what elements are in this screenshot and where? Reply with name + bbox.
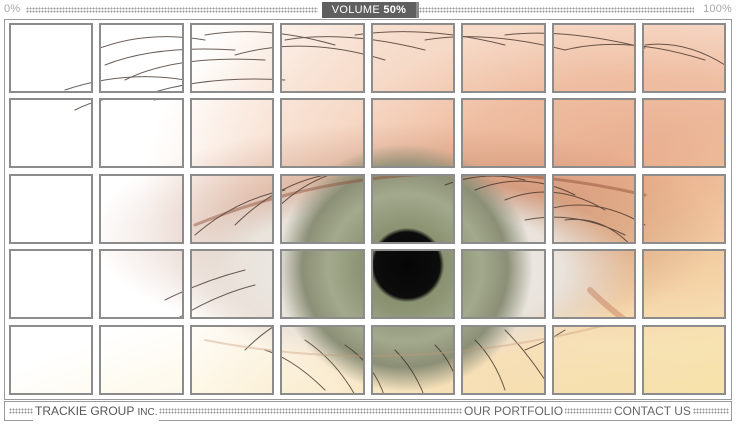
volume-label: VOLUME xyxy=(331,4,380,16)
volume-max-label: 100% xyxy=(703,3,732,15)
photo-grid[interactable] xyxy=(4,19,732,400)
volume-track-left[interactable] xyxy=(26,7,318,13)
brand-logo[interactable]: TRACKIE GROUP INC. xyxy=(33,403,160,421)
bottom-nav-bar: TRACKIE GROUP INC. OUR PORTFOLIO CONTACT… xyxy=(4,401,732,421)
volume-bar[interactable]: 0% VOLUME 50% 100% xyxy=(4,2,732,18)
nav-link-contact[interactable]: CONTACT US xyxy=(612,403,693,420)
brand-name: TRACKIE GROUP xyxy=(35,404,135,418)
volume-value: 50% xyxy=(383,4,407,16)
brand-suffix: INC. xyxy=(137,407,158,418)
volume-min-label: 0% xyxy=(4,3,21,15)
volume-indicator[interactable]: VOLUME 50% xyxy=(322,2,416,18)
grid-overlay xyxy=(5,20,731,399)
nav-link-portfolio[interactable]: OUR PORTFOLIO xyxy=(462,403,566,420)
volume-track-right[interactable] xyxy=(419,7,694,13)
